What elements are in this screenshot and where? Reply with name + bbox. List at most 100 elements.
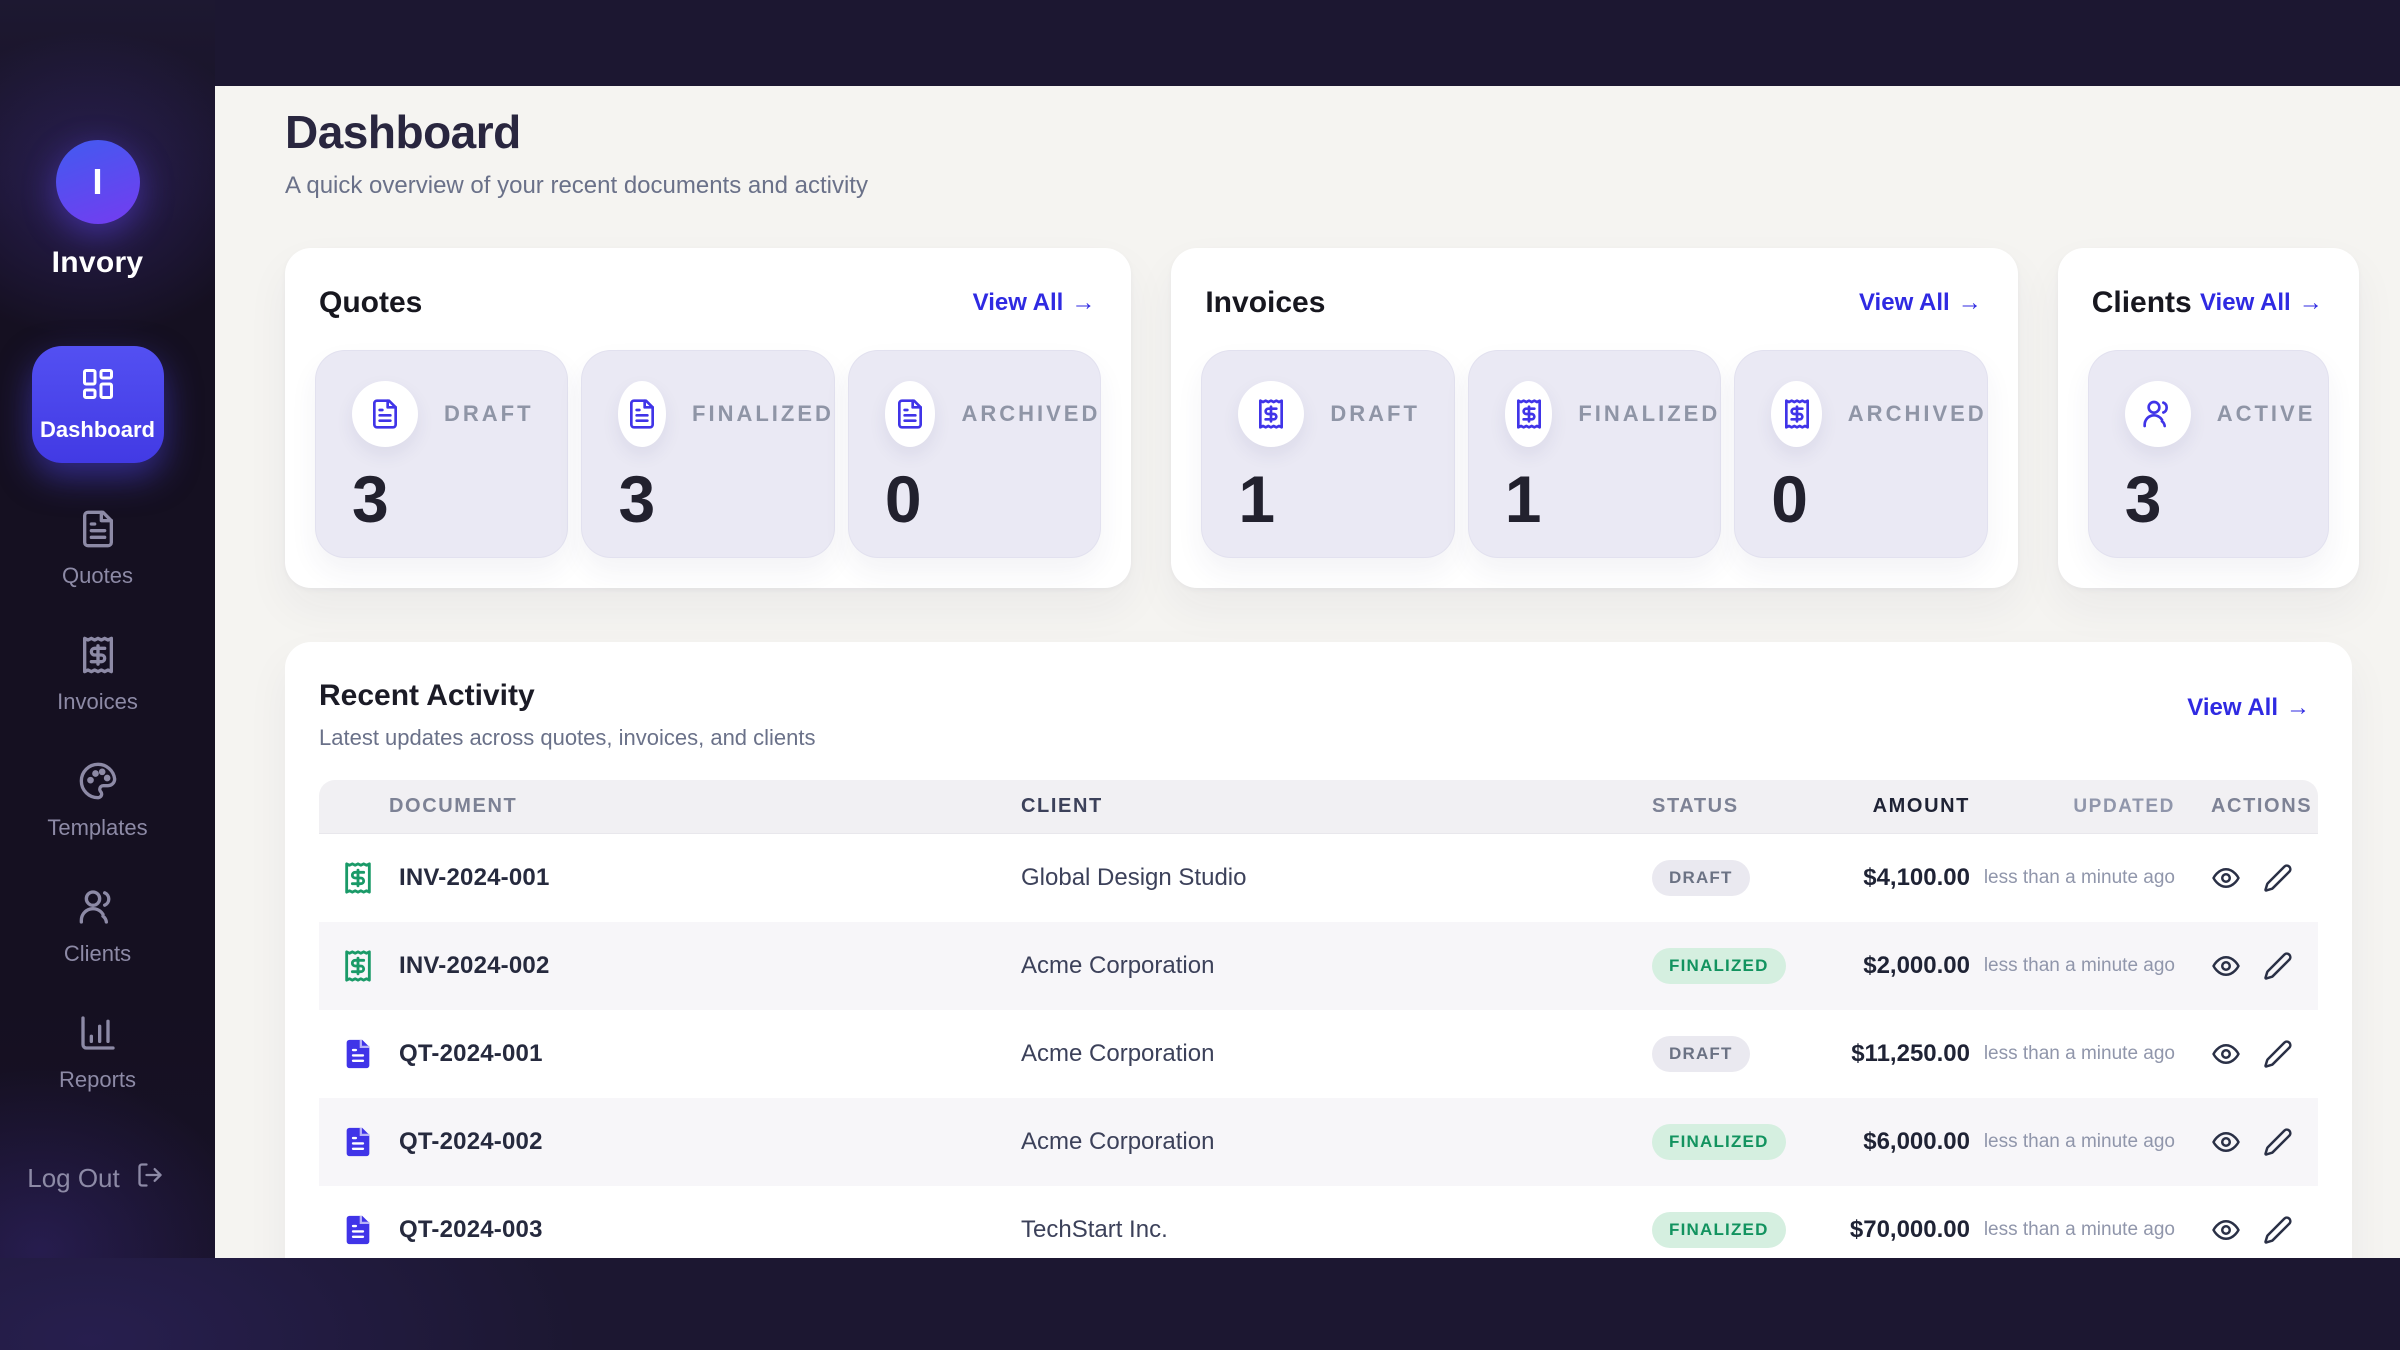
document-cell: QT-2024-002 [319,1125,1021,1159]
column-header-updated: UPDATED [1970,794,2175,820]
edit-document-button[interactable] [2263,1039,2293,1069]
sidebar-item-reports[interactable]: Reports [4,1013,191,1093]
status-cell: FINALIZED [1652,948,1822,984]
page-subtitle: A quick overview of your recent document… [285,172,2352,200]
card-header: Clients View All→ [2088,278,2329,320]
stat-tile-draft: DRAFT3 [315,350,568,558]
stat-tiles: ACTIVE3 [2088,350,2329,558]
receipt-icon [1771,381,1822,447]
view-document-button[interactable] [2211,1215,2241,1245]
client-cell: Acme Corporation [1021,1040,1652,1068]
arrow-right-icon: → [1071,289,1095,317]
sidebar-item-dashboard[interactable]: Dashboard [32,346,164,463]
main-content: Dashboard A quick overview of your recen… [215,86,2400,1258]
logout-button[interactable]: Log Out [0,1161,191,1196]
pencil-icon [2263,1039,2293,1069]
app-name: Invory [52,246,144,280]
receipt-icon [78,635,118,680]
stat-tiles: DRAFT 1FINALIZED1 ARCHIVED 0 [1201,350,1987,558]
eye-icon [2211,951,2241,981]
column-header-amount: AMOUNT [1822,795,1970,818]
view-all-link[interactable]: View All→ [2200,289,2323,317]
recent-activity-view-all-link[interactable]: View All → [2187,694,2310,722]
pencil-icon [2263,1215,2293,1245]
view-all-link[interactable]: View All→ [973,289,1096,317]
stat-tile-draft: DRAFT 1 [1201,350,1454,558]
updated-cell: less than a minute ago [1970,953,2175,979]
activity-table-body: INV-2024-001Global Design StudioDRAFT$4,… [319,834,2318,1258]
arrow-right-icon: → [2299,289,2323,317]
status-badge: DRAFT [1652,1036,1750,1072]
stat-value: 1 [1238,461,1453,537]
sidebar-item-label: Dashboard [40,417,155,443]
edit-document-button[interactable] [2263,1215,2293,1245]
card-title: Clients [2092,286,2192,320]
status-cell: DRAFT [1652,860,1822,896]
amount-cell: $70,000.00 [1822,1216,1970,1244]
client-cell: Global Design Studio [1021,864,1652,892]
actions-cell [2175,951,2318,981]
stat-tile-top: DRAFT [1238,381,1453,447]
actions-cell [2175,1039,2318,1069]
stat-tile-finalized: FINALIZED 3 [581,350,834,558]
stat-value: 3 [618,461,833,537]
view-document-button[interactable] [2211,951,2241,981]
document-id: QT-2024-001 [399,1040,543,1068]
card-header: InvoicesView All→ [1201,278,1987,320]
view-all-label: View All [1859,289,1950,317]
page-title: Dashboard [285,106,2352,158]
column-header-document: DOCUMENT [319,795,1021,818]
stat-label: ARCHIVED [1848,401,1987,427]
app-logo-letter: I [92,161,102,203]
stat-tile-archived: ARCHIVED 0 [1734,350,1987,558]
status-cell: DRAFT [1652,1036,1822,1072]
stat-tile-top: FINALIZED [1505,381,1720,447]
quote-file-icon [341,1037,375,1071]
edit-document-button[interactable] [2263,951,2293,981]
quote-file-icon [341,1125,375,1159]
invoice-receipt-icon [341,861,375,895]
view-document-button[interactable] [2211,863,2241,893]
edit-document-button[interactable] [2263,863,2293,893]
eye-icon [2211,1127,2241,1157]
file-text-icon [78,509,118,554]
sidebar: I Invory Dashboard Quotes Invoices Template… [0,0,215,1258]
app-logo: I [56,140,140,224]
table-row: INV-2024-001Global Design StudioDRAFT$4,… [319,834,2318,922]
document-cell: INV-2024-001 [319,861,1021,895]
view-all-link[interactable]: View All→ [1859,289,1982,317]
stat-tile-finalized: FINALIZED1 [1468,350,1721,558]
stat-value: 0 [1771,461,1986,537]
status-badge: FINALIZED [1652,1124,1786,1160]
table-row: QT-2024-003TechStart Inc.FINALIZED$70,00… [319,1186,2318,1258]
sidebar-item-clients[interactable]: Clients [4,887,191,967]
sidebar-item-label: Reports [59,1067,136,1093]
stat-tiles: DRAFT3 FINALIZED 3 ARCHIVED 0 [315,350,1101,558]
stat-label: ARCHIVED [961,401,1100,427]
document-id: QT-2024-003 [399,1216,543,1244]
stat-value: 0 [885,461,1100,537]
bar-chart-icon [78,1013,118,1058]
stat-tile-top: ARCHIVED [1771,381,1986,447]
edit-document-button[interactable] [2263,1127,2293,1157]
actions-cell [2175,863,2318,893]
logout-label: Log Out [27,1163,120,1194]
stat-tile-top: ARCHIVED [885,381,1100,447]
document-id: INV-2024-002 [399,952,550,980]
eye-icon [2211,1215,2241,1245]
view-document-button[interactable] [2211,1039,2241,1069]
sidebar-item-invoices[interactable]: Invoices [4,635,191,715]
stat-label: FINALIZED [692,401,834,427]
sidebar-item-quotes[interactable]: Quotes [4,509,191,589]
status-badge: FINALIZED [1652,948,1786,984]
amount-cell: $6,000.00 [1822,1128,1970,1156]
stat-tile-top: ACTIVE [2125,381,2328,447]
updated-cell: less than a minute ago [1970,1041,2175,1067]
recent-activity-title: Recent Activity [319,678,816,714]
sidebar-item-templates[interactable]: Templates [4,761,191,841]
view-document-button[interactable] [2211,1127,2241,1157]
actions-cell [2175,1215,2318,1245]
invoice-receipt-icon [341,949,375,983]
actions-cell [2175,1127,2318,1157]
sidebar-item-label: Templates [47,815,147,841]
